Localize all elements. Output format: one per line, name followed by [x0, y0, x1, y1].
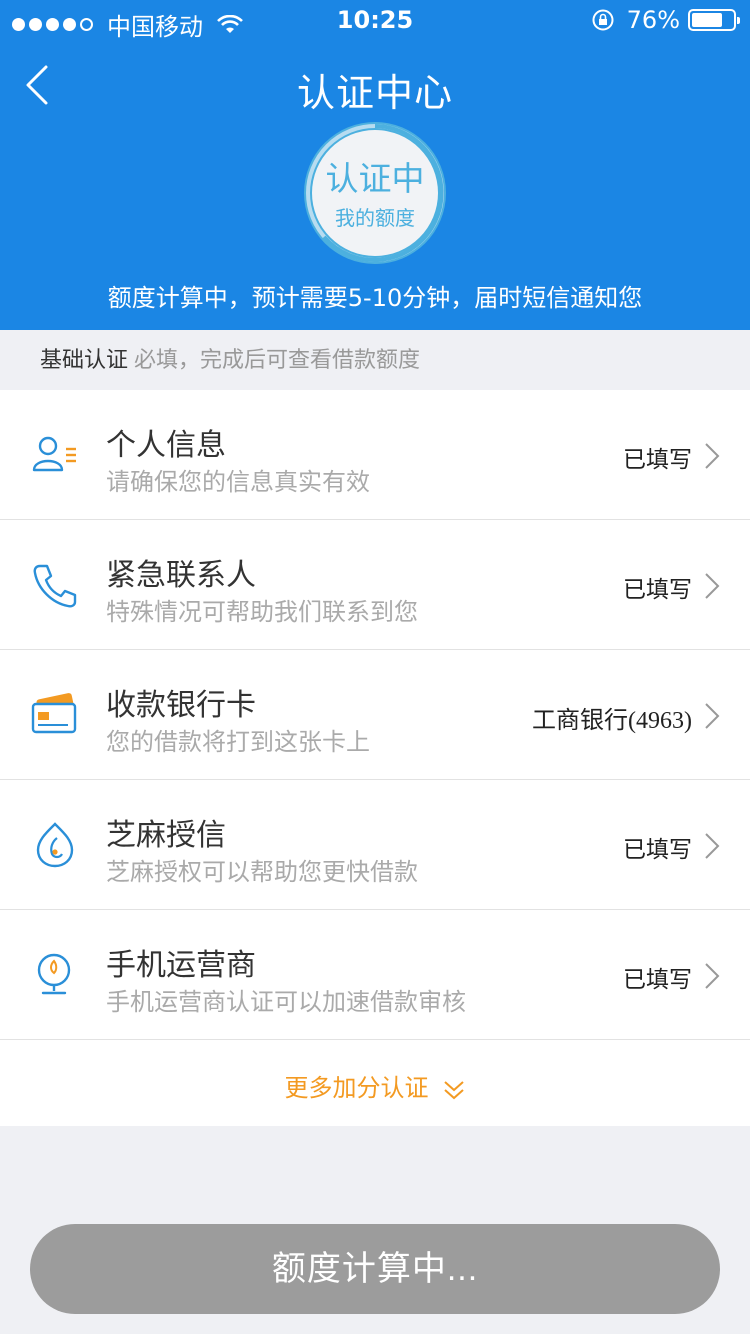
carrier-globe-icon: [37, 953, 71, 995]
sesame-icon: [36, 822, 74, 868]
item-description: 请确保您的信息真实有效: [106, 468, 370, 496]
page-title: 认证中心: [296, 71, 453, 115]
item-title: 个人信息: [106, 428, 226, 463]
item-description: 您的借款将打到这张卡上: [106, 728, 370, 756]
status-badge: 认证中 我的额度: [304, 122, 446, 264]
badge-main-text: 认证中: [325, 159, 425, 198]
item-description: 手机运营商认证可以加速借款审核: [106, 988, 466, 1016]
list-item-emergency-contact[interactable]: 紧急联系人 特殊情况可帮助我们联系到您 已填写: [0, 520, 750, 650]
header: 中国移动 10:25 76% 认证中心 认证中 我的额度 额度计算中，预计需要5…: [0, 0, 750, 330]
person-info-icon: [32, 436, 76, 472]
item-status: 已填写: [623, 447, 692, 473]
more-verification-label: 更多加分认证: [284, 1074, 429, 1102]
badge-sub-text: 我的额度: [335, 206, 415, 230]
bank-card-icon: [31, 693, 77, 734]
battery-percent: 76%: [626, 6, 680, 34]
item-status: 已填写: [623, 837, 692, 863]
chevron-right-icon: [705, 703, 720, 729]
chevron-right-icon: [705, 833, 720, 859]
status-battery: 76%: [591, 6, 740, 34]
section-header: 基础认证 必填，完成后可查看借款额度: [0, 330, 750, 390]
calculating-button[interactable]: 额度计算中...: [30, 1224, 720, 1314]
calculation-notice: 额度计算中，预计需要5-10分钟，届时短信通知您: [107, 284, 643, 312]
chevron-right-icon: [705, 443, 720, 469]
verification-list: 个人信息 请确保您的信息真实有效 已填写 紧急联系人 特殊情况可帮助我们联系到您…: [0, 390, 750, 1126]
item-title: 紧急联系人: [106, 558, 256, 593]
battery-fill: [692, 13, 723, 27]
phone-icon: [33, 564, 77, 608]
item-title: 芝麻授信: [106, 818, 226, 853]
item-status: 工商银行(4963): [532, 708, 692, 734]
item-title: 手机运营商: [106, 948, 256, 983]
rotation-lock-icon: [592, 9, 614, 31]
status-bar: 中国移动 10:25 76%: [0, 0, 750, 41]
item-status: 已填写: [623, 967, 692, 993]
item-description: 特殊情况可帮助我们联系到您: [106, 598, 418, 626]
chevron-right-icon: [705, 573, 720, 599]
list-item-bank-card[interactable]: 收款银行卡 您的借款将打到这张卡上 工商银行(4963): [0, 650, 750, 780]
badge-inner: 认证中 我的额度: [312, 130, 438, 256]
list-item-mobile-carrier[interactable]: 手机运营商 手机运营商认证可以加速借款审核 已填写: [0, 910, 750, 1040]
list-item-personal-info[interactable]: 个人信息 请确保您的信息真实有效 已填写: [0, 390, 750, 520]
double-chevron-down-icon: [443, 1080, 464, 1099]
more-verification-toggle[interactable]: 更多加分认证: [0, 1040, 750, 1126]
battery-icon: [688, 9, 740, 31]
section-subtitle: 必填，完成后可查看借款额度: [134, 348, 421, 373]
section-title: 基础认证: [40, 348, 129, 373]
item-description: 芝麻授权可以帮助您更快借款: [106, 858, 418, 886]
item-status: 已填写: [623, 577, 692, 603]
list-item-sesame-credit[interactable]: 芝麻授信 芝麻授权可以帮助您更快借款 已填写: [0, 780, 750, 910]
item-title: 收款银行卡: [106, 688, 256, 723]
chevron-right-icon: [705, 963, 720, 989]
